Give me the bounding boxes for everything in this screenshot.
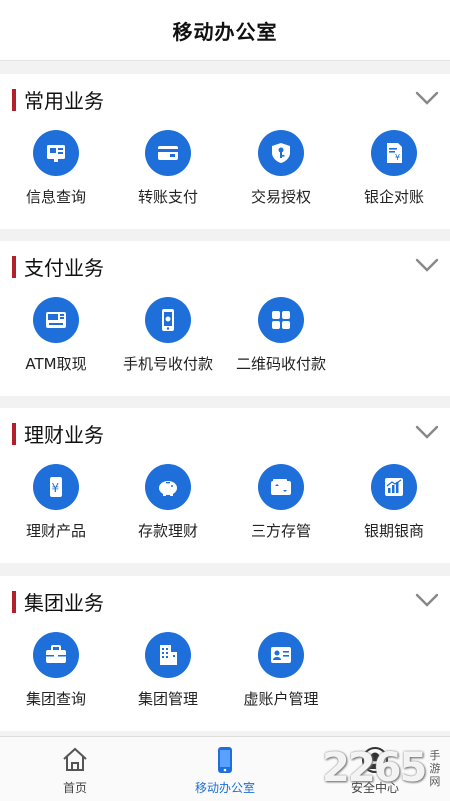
watermark-number: 2265 [322,745,427,791]
section-title: 理财业务 [24,423,104,447]
phone-icon [162,309,174,331]
section-accent-bar [12,423,16,445]
item-label: 银企对账 [363,188,424,206]
item-transaction-auth[interactable]: 交易授权 [225,124,337,224]
tab-label: 首页 [62,781,87,795]
item-bank-futures[interactable]: 银期银商 [338,458,450,558]
item-label: 手机号收付款 [122,355,213,373]
section-common-business: 常用业务 信息查询 转账支付 交易授权 ¥ 银企对账 [0,74,450,229]
section-header[interactable]: 常用业务 [0,74,450,124]
section-accent-bar [12,256,16,278]
wallet-icon [271,479,291,495]
page-title: 移动办公室 [172,19,278,44]
section-header[interactable]: 理财业务 [0,408,450,458]
tab-mobile-office[interactable]: 移动办公室 [150,737,300,801]
section-group-business: 集团业务 集团查询 集团管理 虚账户管理 [0,576,450,731]
item-bank-reconcile[interactable]: ¥ 银企对账 [338,124,450,224]
item-phone-pay[interactable]: 手机号收付款 [112,291,224,391]
svg-text:¥: ¥ [395,153,400,162]
item-deposit-wealth[interactable]: 存款理财 [112,458,224,558]
section-title: 集团业务 [24,591,104,615]
section-accent-bar [12,591,16,613]
briefcase-icon [46,645,66,663]
item-label: 转账支付 [137,188,198,206]
header: 移动办公室 [0,0,450,61]
watermark: 2265 手游网 [322,740,442,796]
id-card-icon [271,647,291,663]
item-label: 交易授权 [250,188,311,206]
yuan-tag-icon: ¥ [50,477,62,497]
building-icon [160,645,177,665]
item-transfer-pay[interactable]: 转账支付 [112,124,224,224]
piggy-bank-icon [159,481,177,496]
item-label: 三方存管 [250,522,311,540]
item-label: 集团查询 [25,690,86,708]
document-yuan-icon: ¥ [387,143,402,163]
tab-home[interactable]: 首页 [0,737,150,801]
section-wealth-business: 理财业务 ¥ 理财产品 存款理财 三方存管 银期银商 [0,408,450,563]
item-third-party-custody[interactable]: 三方存管 [225,458,337,558]
chevron-down-icon[interactable] [414,252,440,278]
item-label: 虚账户管理 [243,690,319,708]
chevron-down-icon[interactable] [414,419,440,445]
section-header[interactable]: 支付业务 [0,241,450,291]
mobile-icon [218,747,232,773]
watermark-suffix: 手游网 [429,748,441,788]
item-label: 二维码收付款 [235,355,326,373]
item-group-manage[interactable]: 集团管理 [112,626,224,726]
card-icon [158,146,178,160]
bar-chart-icon [385,478,403,496]
chevron-down-icon[interactable] [414,587,440,613]
item-wealth-products[interactable]: ¥ 理财产品 [0,458,112,558]
item-label: 存款理财 [137,522,198,540]
item-info-query[interactable]: 信息查询 [0,124,112,224]
section-title: 常用业务 [24,89,104,113]
shield-key-icon [272,143,290,163]
item-label: 信息查询 [25,188,86,206]
item-group-query[interactable]: 集团查询 [0,626,112,726]
tab-label: 移动办公室 [194,781,255,795]
section-header[interactable]: 集团业务 [0,576,450,626]
item-virtual-account[interactable]: 虚账户管理 [225,626,337,726]
atm-icon [46,312,66,328]
svg-text:¥: ¥ [52,481,60,495]
section-payment-business: 支付业务 ATM取现 手机号收付款 二维码收付款 [0,241,450,396]
item-label: 银期银商 [363,522,424,540]
item-qr-pay[interactable]: 二维码收付款 [225,291,337,391]
item-label: 理财产品 [25,522,86,540]
info-board-icon [47,145,65,162]
section-accent-bar [12,89,16,111]
home-icon [63,747,87,771]
item-label: ATM取现 [25,355,87,373]
qr-grid-icon [272,311,290,329]
item-atm-withdraw[interactable]: ATM取现 [0,291,112,391]
item-label: 集团管理 [137,690,198,708]
section-title: 支付业务 [24,256,104,280]
chevron-down-icon[interactable] [414,85,440,111]
